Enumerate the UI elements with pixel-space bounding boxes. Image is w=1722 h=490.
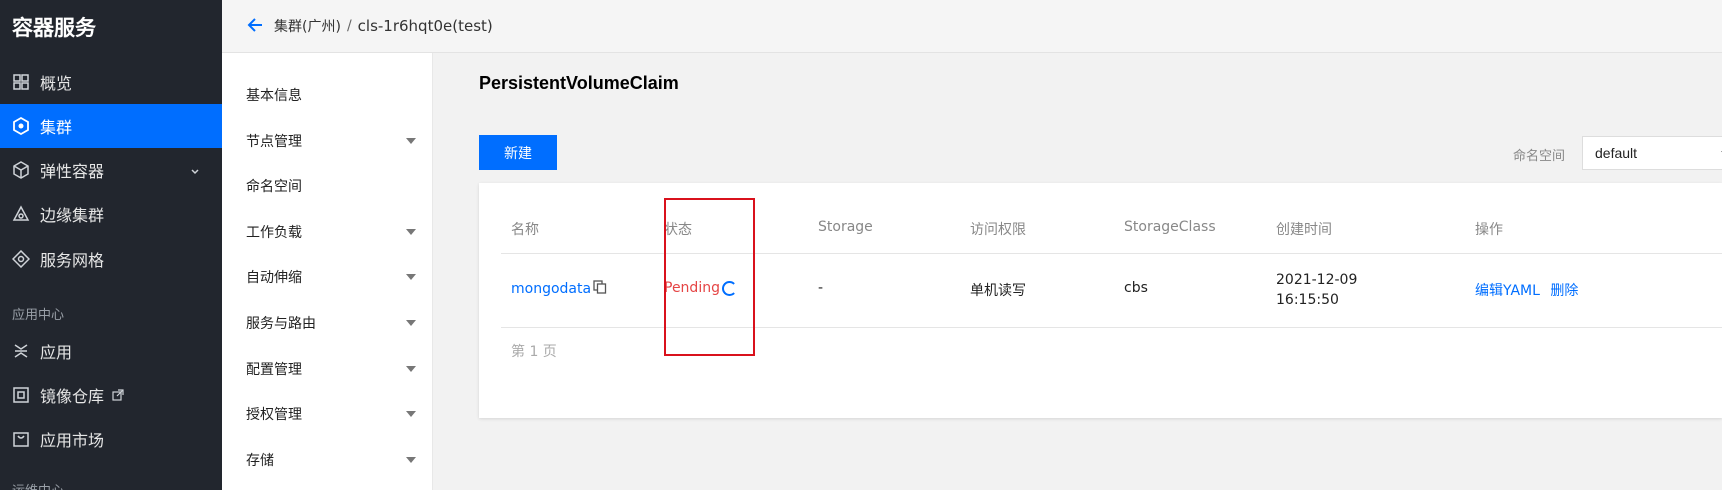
nav-item-app-market[interactable]: 应用市场 [0, 417, 222, 461]
submenu-item-auth-mgmt[interactable]: 授权管理 [246, 405, 416, 425]
column-header-storage-class: StorageClass [1124, 219, 1216, 235]
breadcrumb-current: cls-1r6hqt0e(test) [357, 17, 493, 35]
nav-label: 应用 [40, 343, 73, 362]
created-date: 2021-12-09 [1276, 272, 1358, 288]
caret-down-icon [406, 320, 416, 326]
main-content: PersistentVolumeClaim 新建 命名空间 default 名称… [433, 53, 1722, 490]
cube-icon [12, 161, 30, 179]
chevron-down-icon[interactable] [190, 162, 200, 181]
breadcrumb-parent[interactable]: 集群(广州) [274, 16, 341, 36]
pvc-actions-cell: 编辑YAML 删除 [1475, 280, 1578, 300]
pvc-storageclass-cell: cbs [1124, 280, 1148, 296]
nav-item-image-registry[interactable]: 镜像仓库 [0, 373, 222, 417]
submenu-item-node-mgmt[interactable]: 节点管理 [246, 132, 416, 152]
nav-label: 服务网格 [40, 251, 105, 270]
column-header-created: 创建时间 [1276, 222, 1332, 238]
main-sidebar: 容器服务 概览 集群 弹性容器 边缘集群 服务网格 应用中心 应用 镜像仓库 应… [0, 0, 222, 490]
market-icon [12, 430, 30, 448]
nav-item-edge-cluster[interactable]: 边缘集群 [0, 192, 222, 236]
edit-yaml-link[interactable]: 编辑YAML [1475, 283, 1540, 299]
pvc-name-cell: mongodata [511, 280, 607, 298]
namespace-value: default [1595, 145, 1638, 161]
submenu-label: 自动伸缩 [246, 270, 302, 286]
submenu-item-namespace[interactable]: 命名空间 [246, 177, 416, 197]
nav-label: 镜像仓库 [40, 387, 105, 406]
submenu-item-storage[interactable]: 存储 [246, 451, 416, 471]
cluster-submenu: 基本信息 节点管理 命名空间 工作负载 自动伸缩 服务与路由 配置管理 授权管理… [222, 53, 433, 490]
external-link-icon [112, 386, 124, 405]
column-header-actions: 操作 [1475, 222, 1503, 238]
nav-item-overview[interactable]: 概览 [0, 60, 222, 104]
nav-item-service-mesh[interactable]: 服务网格 [0, 237, 222, 281]
top-header: 集群(广州) / cls-1r6hqt0e(test) [222, 0, 1722, 53]
brand-title: 容器服务 [12, 16, 96, 40]
nav-item-elastic-container[interactable]: 弹性容器 [0, 148, 222, 192]
caret-down-icon [406, 366, 416, 372]
grid-icon [12, 73, 30, 91]
pvc-created-cell: 2021-12-09 16:15:50 [1276, 270, 1357, 310]
edge-cluster-icon [12, 205, 30, 223]
hexagon-icon [12, 117, 30, 135]
submenu-label: 配置管理 [246, 362, 302, 378]
copy-icon[interactable] [593, 280, 607, 298]
namespace-select[interactable]: default [1582, 136, 1722, 170]
mesh-icon [12, 250, 30, 268]
nav-label: 弹性容器 [40, 162, 105, 181]
back-arrow-icon[interactable] [246, 16, 266, 36]
submenu-label: 服务与路由 [246, 316, 316, 332]
submenu-label: 节点管理 [246, 134, 302, 150]
caret-down-icon [406, 274, 416, 280]
page-title: PersistentVolumeClaim [479, 73, 679, 93]
nav-label: 边缘集群 [40, 206, 105, 225]
delete-link[interactable]: 删除 [1550, 283, 1578, 299]
column-header-name: 名称 [511, 222, 539, 238]
app-icon [12, 342, 30, 360]
pvc-storage-cell: - [818, 280, 824, 296]
nav-label: 集群 [40, 118, 73, 137]
column-header-storage: Storage [818, 219, 873, 235]
nav-label: 应用市场 [40, 431, 105, 450]
new-button[interactable]: 新建 [479, 135, 557, 170]
submenu-item-workload[interactable]: 工作负载 [246, 223, 416, 243]
breadcrumb-separator: / [346, 18, 352, 34]
caret-down-icon [406, 229, 416, 235]
nav-label: 概览 [40, 74, 73, 93]
submenu-label: 基本信息 [246, 88, 302, 104]
annotation-highlight-box [664, 198, 755, 356]
pvc-access-cell: 单机读写 [970, 283, 1026, 299]
submenu-item-basic-info[interactable]: 基本信息 [246, 86, 416, 106]
submenu-item-service-route[interactable]: 服务与路由 [246, 314, 416, 334]
caret-down-icon [406, 138, 416, 144]
pvc-name-link[interactable]: mongodata [511, 281, 591, 297]
submenu-item-config-mgmt[interactable]: 配置管理 [246, 360, 416, 380]
submenu-label: 授权管理 [246, 407, 302, 423]
submenu-label: 命名空间 [246, 179, 302, 195]
namespace-label: 命名空间 [1513, 149, 1566, 164]
submenu-label: 存储 [246, 453, 274, 469]
submenu-label: 工作负载 [246, 225, 302, 241]
column-header-access: 访问权限 [970, 222, 1026, 238]
created-time: 16:15:50 [1276, 292, 1339, 308]
nav-item-app[interactable]: 应用 [0, 329, 222, 373]
submenu-item-autoscaling[interactable]: 自动伸缩 [246, 268, 416, 288]
nav-group-ops-center: 运维中心 [12, 480, 64, 490]
pagination-text: 第 1 页 [511, 344, 557, 360]
nav-item-cluster[interactable]: 集群 [0, 104, 222, 148]
nav-group-app-center: 应用中心 [12, 308, 65, 323]
caret-down-icon [406, 457, 416, 463]
caret-down-icon [406, 411, 416, 417]
registry-icon [12, 386, 30, 404]
